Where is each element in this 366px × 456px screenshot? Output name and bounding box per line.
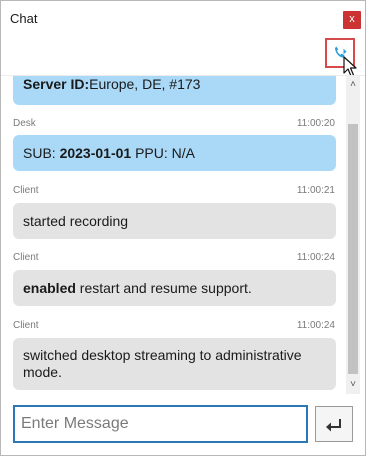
enter-return-icon [326,419,341,432]
message-meta: Client 11:00:21 [13,185,335,196]
message-bubble: started recording [13,203,336,239]
scroll-thumb[interactable] [348,124,358,374]
message-scrollbar[interactable]: ˄ ˅ [346,76,360,394]
message-bubble: enabled restart and resume support. [13,270,336,306]
message-time: 11:00:21 [296,185,335,196]
message-time: 11:00:20 [296,118,335,129]
message-bubble: Server ID:Europe, DE, #173 [13,76,336,105]
message-text: switched desktop streaming to administra… [23,347,302,380]
chat-window: Chat x Server ID:Europe, DE, #173 Desk 1… [0,0,366,456]
message-time: 11:00:24 [296,252,335,263]
message-input[interactable] [13,405,308,443]
message-bubble: SUB: 2023-01-01 PPU: N/A [13,135,336,171]
message-time: 11:00:24 [296,320,335,331]
scroll-down-arrow[interactable]: ˅ [346,378,360,392]
message-text: started recording [23,212,129,229]
message-sender: Client [13,252,39,263]
window-title: Chat [10,11,38,26]
scroll-up-arrow[interactable]: ˄ [346,78,360,92]
message-list[interactable]: Server ID:Europe, DE, #173 Desk 11:00:20… [1,76,345,394]
message-text: SUB: 2023-01-01 PPU: N/A [23,144,195,161]
close-button[interactable]: x [343,11,361,29]
message-sender: Client [13,320,39,331]
message-sender: Client [13,185,39,196]
message-meta: Client 11:00:24 [13,320,335,331]
message-meta: Desk 11:00:20 [13,118,335,129]
message-text: Server ID:Europe, DE, #173 [23,76,201,92]
send-button[interactable] [315,406,353,442]
message-sender: Desk [13,118,36,129]
message-text: enabled restart and resume support. [23,279,252,296]
message-meta: Client 11:00:24 [13,252,335,263]
message-bubble: switched desktop streaming to administra… [13,338,336,390]
